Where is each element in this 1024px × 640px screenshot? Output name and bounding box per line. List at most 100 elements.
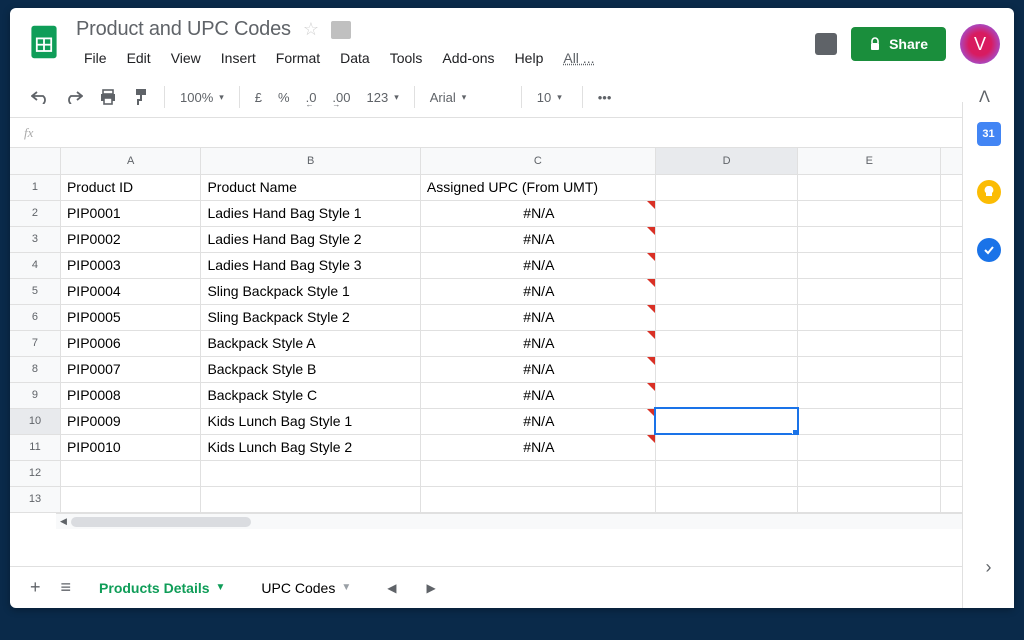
tab-nav-right[interactable]: ▶	[418, 577, 443, 599]
cell[interactable]	[798, 304, 941, 330]
calendar-icon[interactable]: 31	[977, 122, 1001, 146]
cell[interactable]: #N/A	[420, 304, 655, 330]
cell[interactable]	[798, 356, 941, 382]
cell[interactable]	[201, 460, 420, 486]
col-header-D[interactable]: D	[655, 148, 798, 174]
menu-tools[interactable]: Tools	[382, 47, 431, 69]
cell[interactable]: Backpack Style A	[201, 330, 420, 356]
scroll-left-icon[interactable]: ◀	[56, 516, 71, 527]
col-header-A[interactable]: A	[60, 148, 200, 174]
cell[interactable]: PIP0004	[60, 278, 200, 304]
select-all-corner[interactable]	[10, 148, 60, 174]
cell[interactable]	[655, 174, 798, 200]
zoom-dropdown[interactable]: 100%	[173, 85, 231, 110]
col-header-B[interactable]: B	[201, 148, 420, 174]
cell[interactable]	[798, 460, 941, 486]
tasks-icon[interactable]	[977, 238, 1001, 262]
cell[interactable]: Product Name	[201, 174, 420, 200]
row-header[interactable]: 9	[10, 382, 60, 408]
cell[interactable]	[655, 252, 798, 278]
horizontal-scrollbar[interactable]: ◀ ▶	[56, 513, 978, 529]
document-title[interactable]: Product and UPC Codes	[76, 18, 291, 41]
cell[interactable]	[60, 460, 200, 486]
cell[interactable]: Ladies Hand Bag Style 1	[201, 200, 420, 226]
row-header[interactable]: 4	[10, 252, 60, 278]
cell[interactable]	[655, 200, 798, 226]
font-dropdown[interactable]: Arial	[423, 85, 513, 110]
menu-file[interactable]: File	[76, 47, 115, 69]
cell[interactable]	[655, 304, 798, 330]
cell[interactable]	[60, 486, 200, 512]
cell[interactable]: #N/A	[420, 200, 655, 226]
tab-nav-left[interactable]: ◀	[379, 577, 404, 599]
cell[interactable]	[655, 382, 798, 408]
menu-insert[interactable]: Insert	[213, 47, 264, 69]
col-header-C[interactable]: C	[420, 148, 655, 174]
cell[interactable]: PIP0002	[60, 226, 200, 252]
cell[interactable]: Kids Lunch Bag Style 1	[201, 408, 420, 434]
cell[interactable]: Backpack Style B	[201, 356, 420, 382]
cell[interactable]	[798, 174, 941, 200]
more-toolbar-button[interactable]: •••	[591, 85, 619, 110]
menu-edit[interactable]: Edit	[119, 47, 159, 69]
cell[interactable]	[798, 278, 941, 304]
menu-data[interactable]: Data	[332, 47, 378, 69]
cell[interactable]	[798, 226, 941, 252]
col-header-E[interactable]: E	[798, 148, 941, 174]
tab-dropdown-icon[interactable]: ▼	[216, 582, 226, 593]
menu-format[interactable]: Format	[268, 47, 328, 69]
cell[interactable]: Kids Lunch Bag Style 2	[201, 434, 420, 460]
cell[interactable]	[655, 278, 798, 304]
row-header[interactable]: 13	[10, 486, 60, 512]
cell[interactable]: PIP0006	[60, 330, 200, 356]
cell[interactable]: Ladies Hand Bag Style 3	[201, 252, 420, 278]
cell[interactable]: PIP0005	[60, 304, 200, 330]
sheet-tab[interactable]: UPC Codes▼	[247, 572, 365, 604]
comments-icon[interactable]	[815, 33, 837, 55]
cell[interactable]: Sling Backpack Style 2	[201, 304, 420, 330]
cell[interactable]	[655, 434, 798, 460]
formula-input[interactable]	[47, 121, 1000, 144]
account-avatar[interactable]: V	[960, 24, 1000, 64]
cell[interactable]: PIP0009	[60, 408, 200, 434]
side-panel-collapse-icon[interactable]: ›	[986, 557, 992, 578]
row-header[interactable]: 1	[10, 174, 60, 200]
row-header[interactable]: 8	[10, 356, 60, 382]
cell[interactable]: #N/A	[420, 408, 655, 434]
keep-icon[interactable]	[977, 180, 1001, 204]
menu-all[interactable]: All ...	[555, 47, 602, 69]
cell[interactable]: #N/A	[420, 252, 655, 278]
row-header[interactable]: 7	[10, 330, 60, 356]
number-format-dropdown[interactable]: 123	[360, 85, 406, 110]
row-header[interactable]: 6	[10, 304, 60, 330]
row-header[interactable]: 12	[10, 460, 60, 486]
menu-addons[interactable]: Add-ons	[434, 47, 502, 69]
cell[interactable]: Assigned UPC (From UMT)	[420, 174, 655, 200]
cell[interactable]: PIP0001	[60, 200, 200, 226]
cell-selected[interactable]	[655, 408, 798, 434]
star-icon[interactable]: ☆	[303, 19, 319, 40]
cell[interactable]: PIP0008	[60, 382, 200, 408]
cell[interactable]: #N/A	[420, 330, 655, 356]
undo-button[interactable]	[24, 85, 56, 109]
paint-format-button[interactable]	[126, 83, 156, 111]
move-folder-icon[interactable]	[331, 21, 351, 39]
cell[interactable]: PIP0010	[60, 434, 200, 460]
row-header[interactable]: 2	[10, 200, 60, 226]
cell[interactable]	[798, 434, 941, 460]
cell[interactable]: #N/A	[420, 356, 655, 382]
sheet-tab-active[interactable]: Products Details▼	[85, 572, 239, 604]
cell[interactable]: #N/A	[420, 434, 655, 460]
cell[interactable]: #N/A	[420, 382, 655, 408]
spreadsheet-grid[interactable]: A B C D E 1Product IDProduct NameAssigne…	[10, 148, 996, 513]
cell[interactable]	[420, 460, 655, 486]
add-sheet-button[interactable]: +	[24, 571, 47, 604]
cell[interactable]	[798, 486, 941, 512]
print-button[interactable]	[92, 84, 124, 110]
row-header[interactable]: 3	[10, 226, 60, 252]
cell[interactable]: #N/A	[420, 278, 655, 304]
cell[interactable]	[655, 330, 798, 356]
decrease-decimal-button[interactable]: .0←	[299, 85, 324, 110]
cell[interactable]	[420, 486, 655, 512]
row-header[interactable]: 5	[10, 278, 60, 304]
